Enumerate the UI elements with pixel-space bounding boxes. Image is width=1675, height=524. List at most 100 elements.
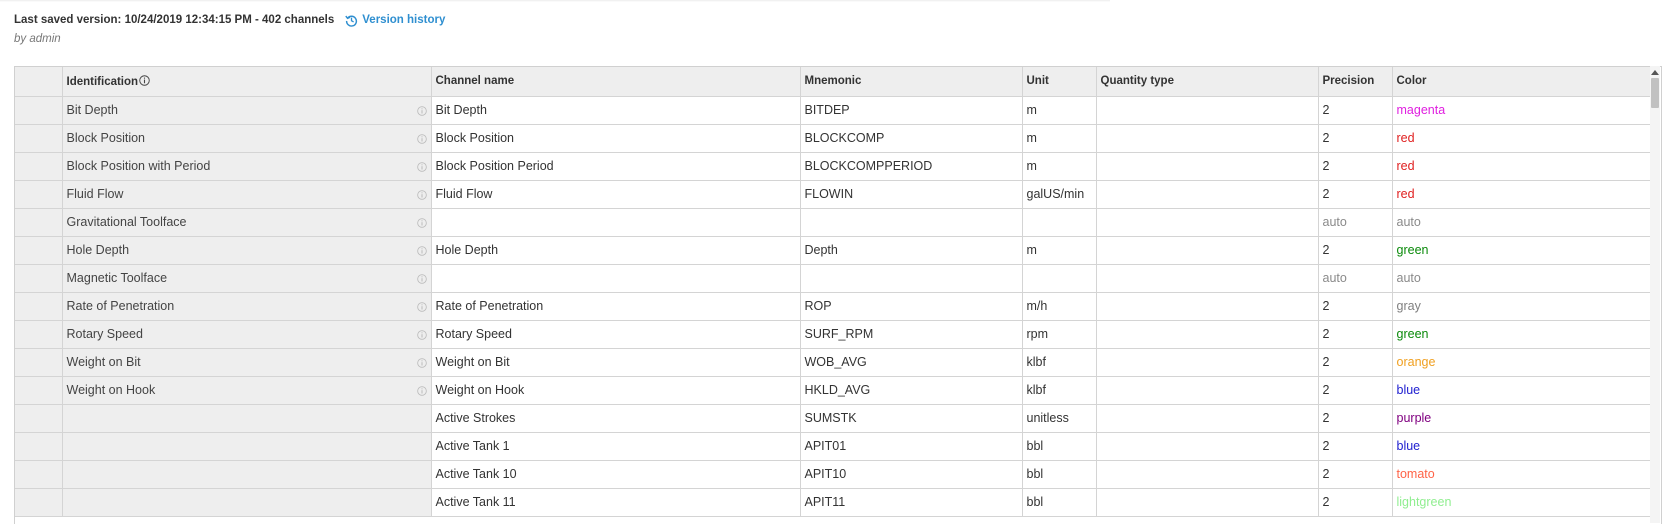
unit-cell[interactable]: galUS/min (1022, 180, 1097, 209)
row-selector-cell[interactable] (15, 432, 63, 461)
column-header-unit[interactable]: Unit (1022, 67, 1097, 97)
precision-cell[interactable]: 2 (1318, 488, 1393, 517)
channel-name-cell[interactable]: Hole Depth (431, 236, 801, 265)
color-cell[interactable]: gray (1392, 292, 1652, 321)
table-row[interactable]: Rotary Speed Rotary Speed SURF_RPM rpm 2 gree… (15, 320, 1652, 349)
unit-cell[interactable]: bbl (1022, 460, 1097, 489)
color-cell[interactable]: green (1392, 236, 1652, 265)
channel-name-cell[interactable]: Active Tank 11 (431, 488, 801, 517)
color-cell[interactable]: green (1392, 320, 1652, 349)
precision-cell[interactable]: 2 (1318, 320, 1393, 349)
table-row[interactable]: Active Tank 11 APIT11 bbl 2 lightgreen (15, 488, 1652, 517)
color-cell[interactable]: purple (1392, 404, 1652, 433)
color-cell[interactable]: red (1392, 152, 1652, 181)
table-row[interactable]: Weight on Bit Weight on Bit WOB_AVG klbf 2 or… (15, 348, 1652, 377)
precision-cell[interactable]: 2 (1318, 376, 1393, 405)
column-header-precision[interactable]: Precision (1318, 67, 1393, 97)
channel-name-cell[interactable]: Block Position Period (431, 152, 801, 181)
mnemonic-cell[interactable]: ROP (800, 292, 1023, 321)
mnemonic-cell[interactable]: BLOCKCOMP (800, 124, 1023, 153)
channel-name-cell[interactable]: Active Strokes (431, 404, 801, 433)
quantity-type-cell[interactable] (1096, 348, 1319, 377)
column-header-color[interactable]: Color (1392, 67, 1652, 97)
channel-name-cell[interactable] (431, 264, 801, 293)
precision-cell[interactable]: 2 (1318, 124, 1393, 153)
scroll-up-arrow-icon[interactable] (1651, 70, 1659, 75)
row-selector-cell[interactable] (15, 376, 63, 405)
row-selector-cell[interactable] (15, 152, 63, 181)
channel-name-cell[interactable] (431, 208, 801, 237)
channel-name-cell[interactable]: Weight on Bit (431, 348, 801, 377)
unit-cell[interactable]: m (1022, 124, 1097, 153)
mnemonic-cell[interactable]: Depth (800, 236, 1023, 265)
info-icon[interactable] (416, 385, 427, 396)
unit-cell[interactable]: m (1022, 152, 1097, 181)
info-icon[interactable] (416, 161, 427, 172)
precision-cell[interactable]: 2 (1318, 180, 1393, 209)
row-selector-cell[interactable] (15, 320, 63, 349)
row-selector-cell[interactable] (15, 460, 63, 489)
quantity-type-cell[interactable] (1096, 96, 1319, 125)
table-row[interactable]: Block Position with Period Block Position… (15, 152, 1652, 181)
info-icon[interactable] (139, 75, 150, 86)
precision-cell[interactable]: 2 (1318, 404, 1393, 433)
unit-cell[interactable]: unitless (1022, 404, 1097, 433)
info-icon[interactable] (416, 189, 427, 200)
row-selector-cell[interactable] (15, 208, 63, 237)
color-cell[interactable]: red (1392, 124, 1652, 153)
version-history-link[interactable]: Version history (345, 14, 445, 27)
row-selector-cell[interactable] (15, 292, 63, 321)
channel-name-cell[interactable]: Active Tank 1 (431, 432, 801, 461)
row-selector-cell[interactable] (15, 236, 63, 265)
mnemonic-cell[interactable]: HKLD_AVG (800, 376, 1023, 405)
mnemonic-cell[interactable]: SUMSTK (800, 404, 1023, 433)
precision-cell[interactable]: 2 (1318, 348, 1393, 377)
mnemonic-cell[interactable]: APIT01 (800, 432, 1023, 461)
table-row[interactable]: Block Position Block Position BLOCKCOMP m 2 r… (15, 124, 1652, 153)
color-cell[interactable]: blue (1392, 376, 1652, 405)
mnemonic-cell[interactable]: APIT11 (800, 488, 1023, 517)
unit-cell[interactable]: rpm (1022, 320, 1097, 349)
mnemonic-cell[interactable]: APIT10 (800, 460, 1023, 489)
vertical-scrollbar[interactable] (1650, 66, 1660, 523)
color-cell[interactable]: magenta (1392, 96, 1652, 125)
channel-name-cell[interactable]: Rate of Penetration (431, 292, 801, 321)
color-cell[interactable]: orange (1392, 348, 1652, 377)
quantity-type-cell[interactable] (1096, 208, 1319, 237)
table-row[interactable]: Rate of Penetration Rate of Penetration RO… (15, 292, 1652, 321)
mnemonic-cell[interactable]: SURF_RPM (800, 320, 1023, 349)
color-cell[interactable]: auto (1392, 208, 1652, 237)
quantity-type-cell[interactable] (1096, 460, 1319, 489)
info-icon[interactable] (416, 357, 427, 368)
quantity-type-cell[interactable] (1096, 124, 1319, 153)
channel-name-cell[interactable]: Block Position (431, 124, 801, 153)
column-header-identification[interactable]: Identification (62, 67, 432, 97)
unit-cell[interactable]: bbl (1022, 432, 1097, 461)
mnemonic-cell[interactable] (800, 208, 1023, 237)
info-icon[interactable] (416, 301, 427, 312)
table-row[interactable]: Hole Depth Hole Depth Depth m 2 green (15, 236, 1652, 265)
unit-cell[interactable]: m (1022, 96, 1097, 125)
unit-cell[interactable] (1022, 264, 1097, 293)
color-cell[interactable]: blue (1392, 432, 1652, 461)
table-row[interactable]: Bit Depth Bit Depth BITDEP m 2 magenta (15, 96, 1652, 125)
quantity-type-cell[interactable] (1096, 264, 1319, 293)
channel-name-cell[interactable]: Rotary Speed (431, 320, 801, 349)
row-selector-cell[interactable] (15, 124, 63, 153)
table-row[interactable]: Active Tank 1 APIT01 bbl 2 blue (15, 432, 1652, 461)
quantity-type-cell[interactable] (1096, 320, 1319, 349)
color-cell[interactable]: tomato (1392, 460, 1652, 489)
row-selector-cell[interactable] (15, 404, 63, 433)
row-selector-cell[interactable] (15, 488, 63, 517)
channel-name-cell[interactable]: Weight on Hook (431, 376, 801, 405)
table-row[interactable]: Magnetic Toolface auto auto (15, 264, 1652, 293)
precision-cell[interactable]: 2 (1318, 432, 1393, 461)
quantity-type-cell[interactable] (1096, 236, 1319, 265)
mnemonic-cell[interactable]: BLOCKCOMPPERIOD (800, 152, 1023, 181)
precision-cell[interactable]: auto (1318, 208, 1393, 237)
row-selector-cell[interactable] (15, 96, 63, 125)
info-icon[interactable] (416, 105, 427, 116)
column-header-row-selector[interactable] (15, 67, 63, 97)
table-row[interactable]: Active Strokes SUMSTK unitless 2 purple (15, 404, 1652, 433)
quantity-type-cell[interactable] (1096, 404, 1319, 433)
